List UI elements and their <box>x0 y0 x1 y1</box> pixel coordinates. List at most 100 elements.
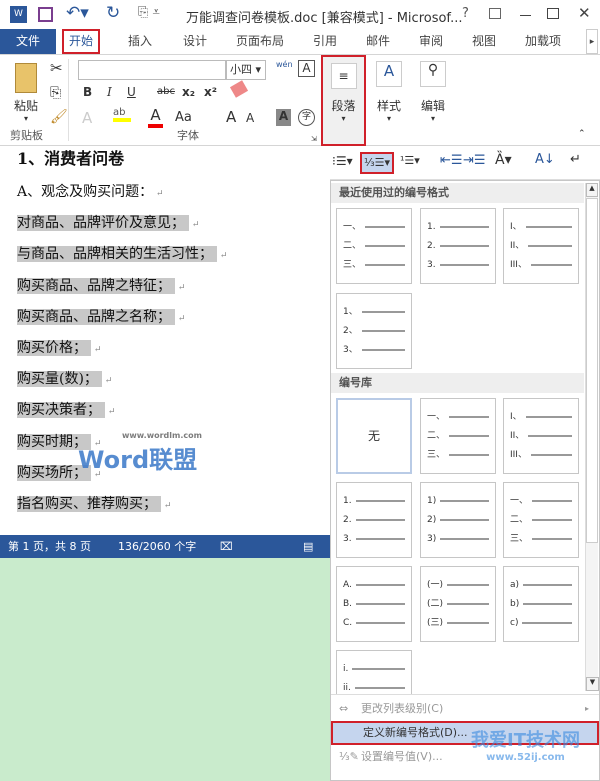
redo-icon[interactable]: ↻ <box>106 3 120 23</box>
proofing-icon[interactable]: ⌧ <box>220 535 233 558</box>
increase-indent-button[interactable]: ⇥☰ <box>463 153 486 168</box>
line-placeholder <box>449 435 489 437</box>
superscript-button[interactable]: x² <box>204 85 217 99</box>
paragraph-button[interactable]: ≡ 段落 ▾ <box>321 55 366 146</box>
number-label: 2) <box>427 515 437 525</box>
save-icon[interactable] <box>38 7 53 22</box>
editing-button[interactable]: ⚲ 编辑 ▾ <box>415 61 451 123</box>
clipboard-group-label: 剪贴板 <box>10 129 43 142</box>
decrease-indent-button[interactable]: ⇤☰ <box>440 153 463 168</box>
close-button[interactable]: ✕ <box>578 4 591 22</box>
number-label: I、 <box>510 412 522 422</box>
numbering-button[interactable]: ⅓☰▾ <box>360 152 394 174</box>
character-border-button[interactable]: A <box>298 60 315 77</box>
paste-button[interactable]: 粘贴 ▾ <box>8 63 44 135</box>
tab-view[interactable]: 视图 <box>463 29 505 54</box>
numbering-format-option[interactable]: 一、 二、 三、 <box>420 398 496 474</box>
copy-icon[interactable]: ⎘ <box>50 85 61 101</box>
underline-button[interactable]: U <box>127 85 136 99</box>
customize-qat-icon[interactable]: ⎘ ⩡ <box>138 5 160 20</box>
cut-icon[interactable]: ✂ <box>50 59 63 77</box>
clear-formatting-icon[interactable] <box>229 80 249 98</box>
page-count[interactable]: 第 1 页，共 8 页 <box>8 535 91 558</box>
numbering-format-option[interactable]: (一) (二) (三) <box>420 566 496 642</box>
number-label: I、 <box>510 222 522 232</box>
font-dialog-launcher[interactable]: ⇲ <box>311 135 317 143</box>
tab-layout[interactable]: 页面布局 <box>230 29 290 54</box>
tab-design[interactable]: 设计 <box>175 29 215 54</box>
word-count[interactable]: 136/2060 个字 <box>118 535 196 558</box>
text-effects-button[interactable]: A <box>82 109 92 127</box>
character-shading-button[interactable]: A <box>276 109 291 126</box>
strikethrough-button[interactable]: abc <box>157 86 175 97</box>
numbering-none-option[interactable]: 无 <box>336 398 412 474</box>
styles-button[interactable]: A 样式 ▾ <box>372 61 406 123</box>
paragraph-mark: ↵ <box>101 376 113 387</box>
tab-review[interactable]: 审阅 <box>410 29 452 54</box>
doc-line: A、观念及购买问题： ↵ <box>17 179 164 205</box>
multilevel-list-button[interactable]: ¹☰▾ <box>400 154 420 167</box>
tab-file[interactable]: 文件 <box>0 29 56 54</box>
font-size-combo[interactable]: 小四 ▾ <box>226 60 266 80</box>
highlight-color-button[interactable]: ab <box>113 107 131 122</box>
maximize-button[interactable] <box>547 8 559 19</box>
italic-button[interactable]: I <box>107 85 112 99</box>
numbering-format-option[interactable]: 1. 2. 3. <box>420 208 496 284</box>
read-mode-icon[interactable]: ▤ <box>303 535 313 558</box>
line-placeholder <box>528 245 572 247</box>
undo-icon[interactable]: ↶▾ <box>66 3 89 23</box>
bullets-button[interactable]: ⁝☰▾ <box>332 154 353 168</box>
tabs-scroll-right[interactable]: ▸ <box>586 29 598 54</box>
format-painter-icon[interactable]: 🖌 <box>50 109 68 125</box>
numbering-format-option[interactable]: i.ii.iii. <box>336 650 412 694</box>
change-case-button[interactable]: Aa <box>175 110 192 125</box>
scroll-down-arrow[interactable]: ▼ <box>586 677 599 691</box>
line-placeholder <box>356 603 405 605</box>
doc-line-text: 购买价格； <box>17 340 91 356</box>
tab-mailings[interactable]: 邮件 <box>358 29 398 54</box>
numbering-format-option[interactable]: 1、 2、 3、 <box>336 293 412 369</box>
font-name-combo[interactable] <box>78 60 226 80</box>
number-label: III、 <box>510 450 527 460</box>
line-placeholder <box>532 500 572 502</box>
number-label: a) <box>510 580 520 590</box>
line-placeholder <box>361 349 405 351</box>
numbering-format-option[interactable]: 一、 二、 三、 <box>503 482 579 558</box>
tab-insert[interactable]: 插入 <box>120 29 160 54</box>
line-placeholder <box>530 454 572 456</box>
tab-references[interactable]: 引用 <box>305 29 345 54</box>
line-placeholder <box>365 226 405 228</box>
sort-button[interactable]: A↓ <box>535 152 555 167</box>
numbering-format-option[interactable]: a) b) c) <box>503 566 579 642</box>
none-label: 无 <box>367 429 380 443</box>
minimize-button[interactable] <box>520 15 531 16</box>
show-marks-button[interactable]: ↵ <box>570 152 581 167</box>
help-button[interactable]: ? <box>462 6 469 21</box>
ribbon-display-button[interactable] <box>489 8 501 19</box>
enclose-characters-button[interactable]: 字 <box>298 109 315 126</box>
chinese-layout-button[interactable]: Ȁ▾ <box>495 152 512 168</box>
number-label: 1. <box>427 222 436 232</box>
numbering-format-option[interactable]: 一、 二、 三、 <box>336 208 412 284</box>
numbering-format-option[interactable]: A. B. C. <box>336 566 412 642</box>
shrink-font-button[interactable]: A <box>246 111 254 125</box>
scroll-up-arrow[interactable]: ▲ <box>586 183 598 197</box>
document-page[interactable]: 1、消费者问卷 A、观念及购买问题： ↵ 对商品、品牌评价及意见； ↵ 与商品、品牌… <box>0 146 330 536</box>
line-placeholder <box>525 416 572 418</box>
grow-font-button[interactable]: A <box>226 108 236 126</box>
line-placeholder <box>447 603 489 605</box>
numbering-format-option[interactable]: 1. 2. 3. <box>336 482 412 558</box>
doc-line-text: 对商品、品牌评价及意见； <box>17 215 189 232</box>
dropdown-scrollbar[interactable]: ▲ ▼ <box>585 183 599 691</box>
font-color-button[interactable]: A <box>148 106 163 128</box>
bold-button[interactable]: B <box>83 85 92 99</box>
subscript-button[interactable]: x₂ <box>182 85 195 99</box>
numbering-format-option[interactable]: I、 II、 III、 <box>503 398 579 474</box>
collapse-ribbon-button[interactable]: ⌃ <box>578 129 586 139</box>
numbering-format-option[interactable]: I、 II、 III、 <box>503 208 579 284</box>
tab-home[interactable]: 开始 <box>62 29 100 54</box>
phonetic-guide-button[interactable]: wén <box>276 60 293 69</box>
numbering-format-option[interactable]: 1) 2) 3) <box>420 482 496 558</box>
scroll-thumb[interactable] <box>586 198 598 543</box>
tab-addins[interactable]: 加载项 <box>518 29 568 54</box>
